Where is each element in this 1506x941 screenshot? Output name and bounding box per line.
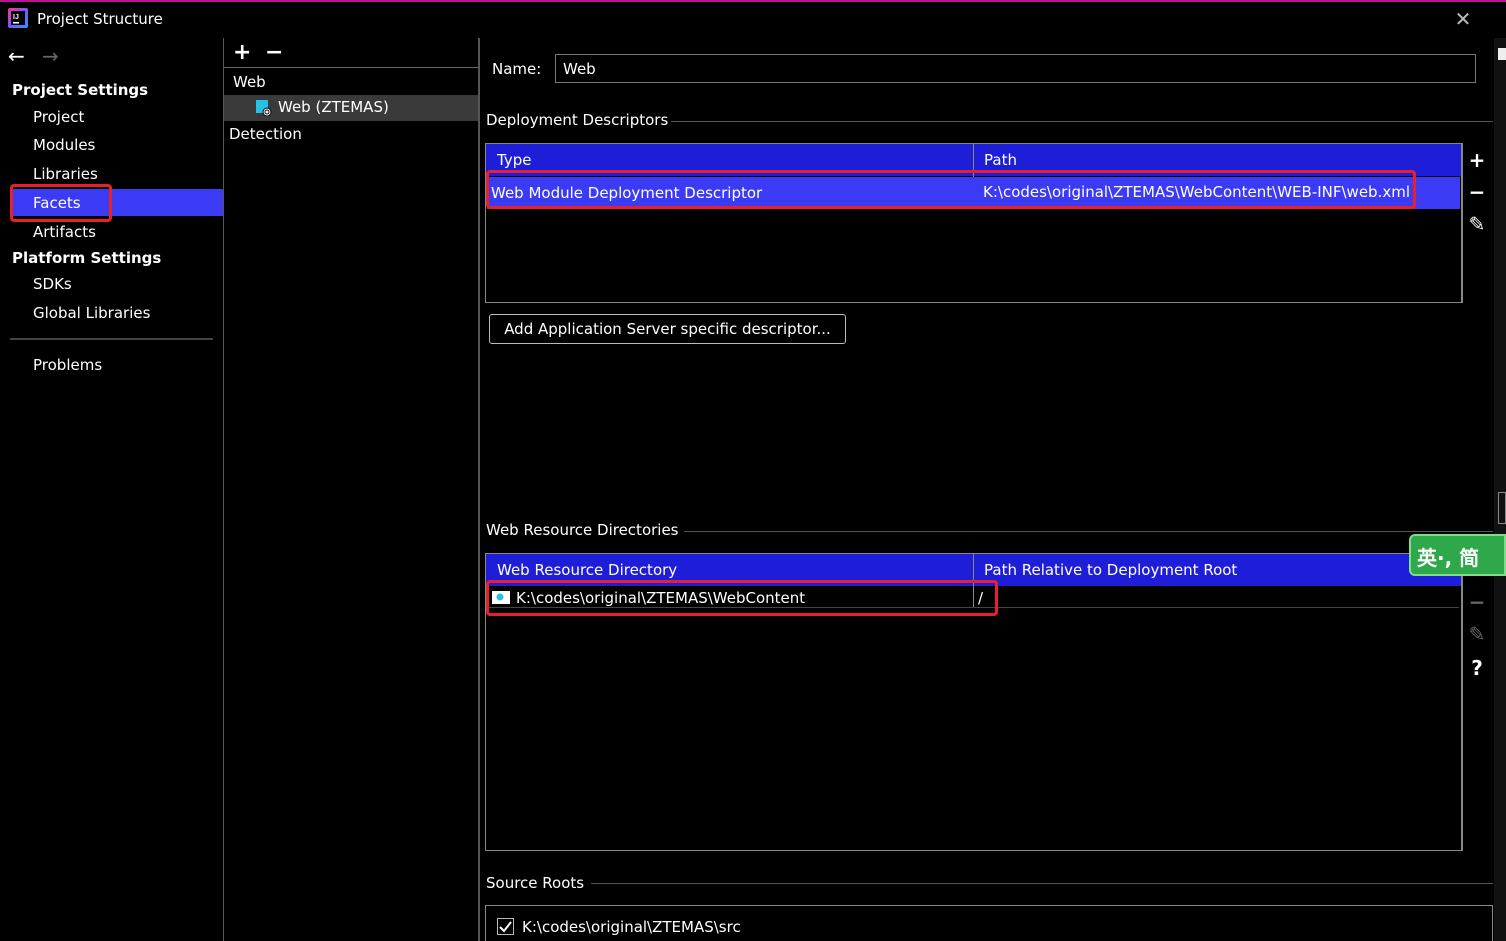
web-resource-highlight-box <box>486 580 998 616</box>
nav-item-sdks[interactable]: SDKs <box>33 275 72 293</box>
remove-web-resource-button[interactable]: − <box>1464 590 1490 614</box>
svg-text:IJ: IJ <box>13 14 19 21</box>
tree-group-web[interactable]: Web <box>233 73 266 91</box>
column-header-web-resource-directory[interactable]: Web Resource Directory <box>497 561 677 579</box>
nav-item-problems[interactable]: Problems <box>33 356 102 374</box>
add-server-descriptor-button[interactable]: Add Application Server specific descript… <box>489 314 846 344</box>
edit-descriptor-pencil-icon[interactable]: ✎ <box>1464 212 1490 236</box>
title-bar <box>0 2 1506 36</box>
platform-settings-header: Platform Settings <box>12 249 162 267</box>
descriptor-highlight-box <box>486 170 1416 209</box>
tree-item-detection[interactable]: Detection <box>229 125 302 143</box>
web-resource-directories-title: Web Resource Directories <box>486 521 679 539</box>
deployment-descriptors-title: Deployment Descriptors <box>486 111 669 129</box>
help-icon[interactable]: ? <box>1464 656 1490 680</box>
nav-item-libraries[interactable]: Libraries <box>33 165 98 183</box>
ime-text: 英·, 简 <box>1417 546 1480 570</box>
facets-highlight-box <box>10 184 112 222</box>
tree-item-web-ztemas[interactable]: Web (ZTEMAS) <box>278 98 389 116</box>
column-header-path-relative[interactable]: Path Relative to Deployment Root <box>984 561 1237 579</box>
nav-separator <box>10 338 213 340</box>
group-separator <box>684 531 1493 532</box>
group-separator <box>671 121 1493 122</box>
nav-item-artifacts[interactable]: Artifacts <box>33 223 96 241</box>
pane-divider-left[interactable] <box>223 38 224 941</box>
tree-toolbar-separator <box>224 67 478 68</box>
nav-item-project[interactable]: Project <box>33 108 84 126</box>
facet-name-input[interactable] <box>555 54 1476 83</box>
remove-descriptor-button[interactable]: − <box>1464 180 1490 204</box>
edit-web-resource-pencil-icon[interactable]: ✎ <box>1464 622 1490 646</box>
remove-facet-button[interactable]: − <box>265 40 283 65</box>
right-scrollbar[interactable] <box>1494 38 1506 941</box>
toolbar-separator <box>1461 143 1462 303</box>
nav-item-modules[interactable]: Modules <box>33 136 95 154</box>
column-header-path[interactable]: Path <box>984 151 1017 169</box>
project-settings-header: Project Settings <box>12 81 149 99</box>
checkmark-icon <box>499 921 512 933</box>
scrollbar-thumb[interactable] <box>1498 492 1506 524</box>
forward-arrow-icon[interactable]: → <box>42 44 59 68</box>
ime-status-indicator[interactable]: 英·, 简 <box>1409 534 1506 576</box>
name-label: Name: <box>492 60 542 78</box>
group-separator <box>591 883 1493 884</box>
source-root-path[interactable]: K:\codes\original\ZTEMAS\src <box>522 918 741 936</box>
column-header-type[interactable]: Type <box>497 151 531 169</box>
intellij-app-icon: IJ <box>8 8 28 28</box>
pane-divider-right[interactable] <box>478 38 480 941</box>
nav-item-global-libraries[interactable]: Global Libraries <box>33 304 150 322</box>
source-root-checkbox[interactable] <box>497 918 514 935</box>
add-facet-button[interactable]: + <box>233 40 251 65</box>
toolbar-separator <box>1461 553 1462 851</box>
window-title: Project Structure <box>37 10 163 28</box>
close-icon[interactable]: ✕ <box>1452 8 1474 30</box>
scrollbar-thumb-top[interactable] <box>1498 48 1506 60</box>
back-arrow-icon[interactable]: ← <box>8 44 25 68</box>
add-descriptor-button[interactable]: + <box>1464 148 1490 172</box>
web-facet-icon <box>256 100 272 116</box>
source-roots-title: Source Roots <box>486 874 585 892</box>
